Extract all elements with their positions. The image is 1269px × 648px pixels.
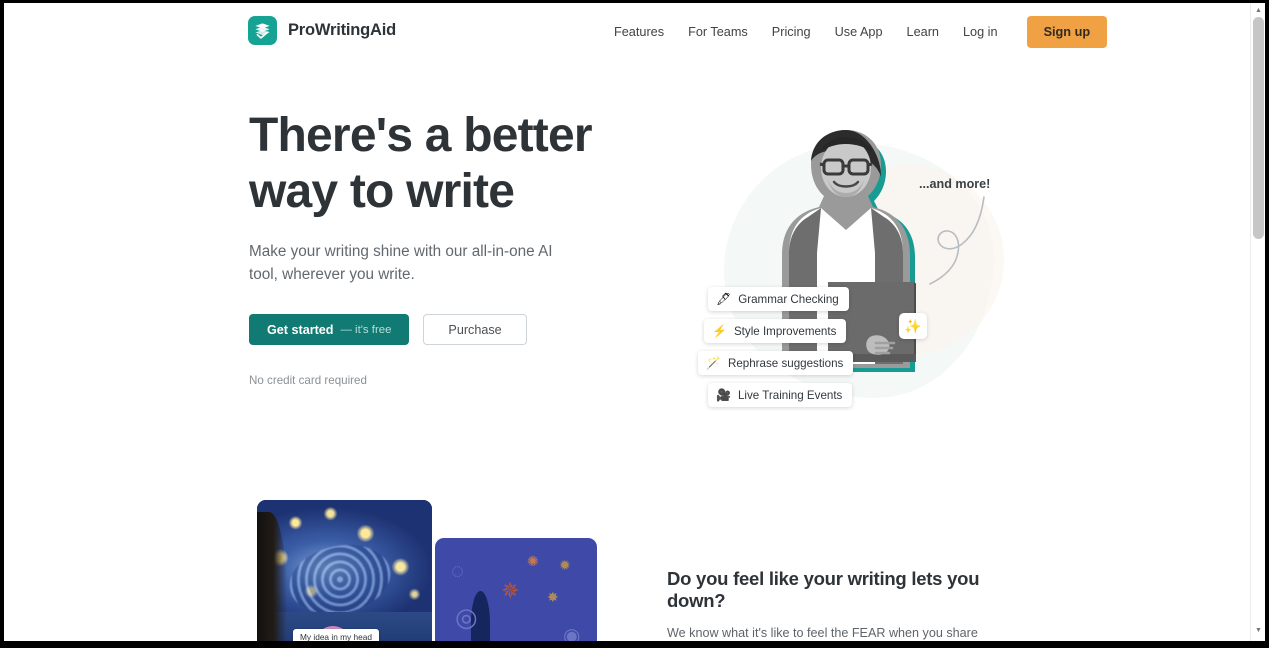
book-stack-icon: [248, 16, 277, 45]
star-doodle-icon: ✸: [547, 589, 559, 605]
my-idea-in-my-head-label: My idea in my head: [293, 629, 379, 641]
section-two-title: Do you feel like your writing lets you d…: [667, 568, 980, 611]
get-started-suffix: — it's free: [340, 323, 392, 336]
sparkles-icon: ✨: [904, 317, 922, 334]
hero-title-line-2: way to write: [249, 165, 515, 218]
browser-window: ProWritingAid Features For Teams Pricing…: [0, 0, 1269, 648]
hero-actions: Get started — it's free Purchase: [249, 314, 639, 345]
nav-item-learn[interactable]: Learn: [895, 25, 951, 39]
get-started-button[interactable]: Get started — it's free: [249, 314, 410, 345]
writing-lets-you-down-section: ◌ ◎ ✺ ✹ ✵ ✸ ◉ My idea in my head Do you …: [4, 490, 1250, 641]
vertical-scrollbar[interactable]: ▲ ▼: [1250, 3, 1265, 641]
and-more-label: ...and more!: [919, 177, 991, 191]
starry-night-comparison-illustration: ◌ ◎ ✺ ✹ ✵ ✸ ◉ My idea in my head: [249, 500, 599, 641]
star-doodle-icon: ✵: [501, 578, 520, 603]
window-bottom-border: [0, 641, 1269, 648]
scroll-down-arrow-icon[interactable]: ▼: [1251, 623, 1266, 637]
main-nav: Features For Teams Pricing Use App Learn…: [602, 3, 1108, 60]
feature-pill-rephrase-suggestions[interactable]: 🪄 Rephrase suggestions: [698, 351, 854, 375]
feature-pill-grammar-checking[interactable]: 🖋 Grammar Checking: [708, 287, 849, 311]
feature-pill-style-improvements[interactable]: ⚡ Style Improvements: [704, 319, 847, 343]
hero-copy: There's a better way to write Make your …: [249, 108, 639, 387]
starry-night-painting: [257, 500, 432, 641]
spiral-doodle-icon: ◎: [455, 602, 478, 632]
purchase-button[interactable]: Purchase: [423, 314, 527, 345]
spiral-doodle-icon: ◌: [451, 558, 465, 583]
brand-logo-link[interactable]: ProWritingAid: [248, 16, 396, 45]
sparkles-badge: ✨: [899, 313, 927, 339]
squiggle-arrow-icon: [929, 196, 985, 285]
hero-illustration: ...and more! ✨ 🖋 Grammar Checking ⚡ Styl…: [664, 105, 1024, 450]
feature-pill-label: Grammar Checking: [738, 292, 839, 306]
flat-sketch-card: ◌ ◎ ✺ ✹ ✵ ✸ ◉: [435, 538, 597, 641]
movie-camera-icon: 🎥: [716, 388, 731, 402]
section-two-copy: Do you feel like your writing lets you d…: [667, 568, 1019, 641]
star-doodle-icon: ✹: [559, 557, 571, 573]
brand-name: ProWritingAid: [288, 21, 397, 39]
hero-section: There's a better way to write Make your …: [4, 60, 1250, 480]
scrollbar-thumb[interactable]: [1253, 17, 1264, 239]
lightning-bolt-icon: ⚡: [712, 324, 727, 338]
magic-wand-icon: 🪄: [706, 356, 721, 370]
hero-title: There's a better way to write: [249, 108, 639, 220]
page-viewport: ProWritingAid Features For Teams Pricing…: [4, 3, 1265, 641]
nav-item-use-app[interactable]: Use App: [823, 25, 895, 39]
hero-title-line-1: There's a better: [249, 109, 593, 162]
section-two-body: We know what it's like to feel the FEAR …: [667, 626, 978, 640]
web-page: ProWritingAid Features For Teams Pricing…: [4, 3, 1250, 641]
feature-pill-label: Rephrase suggestions: [727, 356, 844, 370]
nav-item-for-teams[interactable]: For Teams: [676, 25, 760, 39]
feature-pill-label: Live Training Events: [737, 388, 843, 402]
feature-pill-label: Style Improvements: [733, 324, 837, 338]
sign-up-button[interactable]: Sign up: [1026, 15, 1108, 48]
site-header: ProWritingAid Features For Teams Pricing…: [4, 3, 1250, 60]
nav-item-features[interactable]: Features: [602, 25, 676, 39]
hero-subtitle: Make your writing shine with our all-in-…: [249, 243, 553, 283]
nav-item-log-in[interactable]: Log in: [951, 25, 1010, 39]
nav-item-pricing[interactable]: Pricing: [760, 25, 823, 39]
scroll-up-arrow-icon[interactable]: ▲: [1251, 3, 1266, 17]
no-credit-card-note: No credit card required: [249, 374, 367, 387]
star-doodle-icon: ✺: [527, 553, 539, 569]
feather-pen-icon: 🖋: [716, 292, 732, 306]
spiral-doodle-icon: ◉: [563, 625, 581, 641]
get-started-label: Get started: [267, 322, 334, 337]
feature-pill-live-training-events[interactable]: 🎥 Live Training Events: [708, 383, 853, 407]
feature-pill-list: 🖋 Grammar Checking ⚡ Style Improvements …: [694, 287, 854, 407]
